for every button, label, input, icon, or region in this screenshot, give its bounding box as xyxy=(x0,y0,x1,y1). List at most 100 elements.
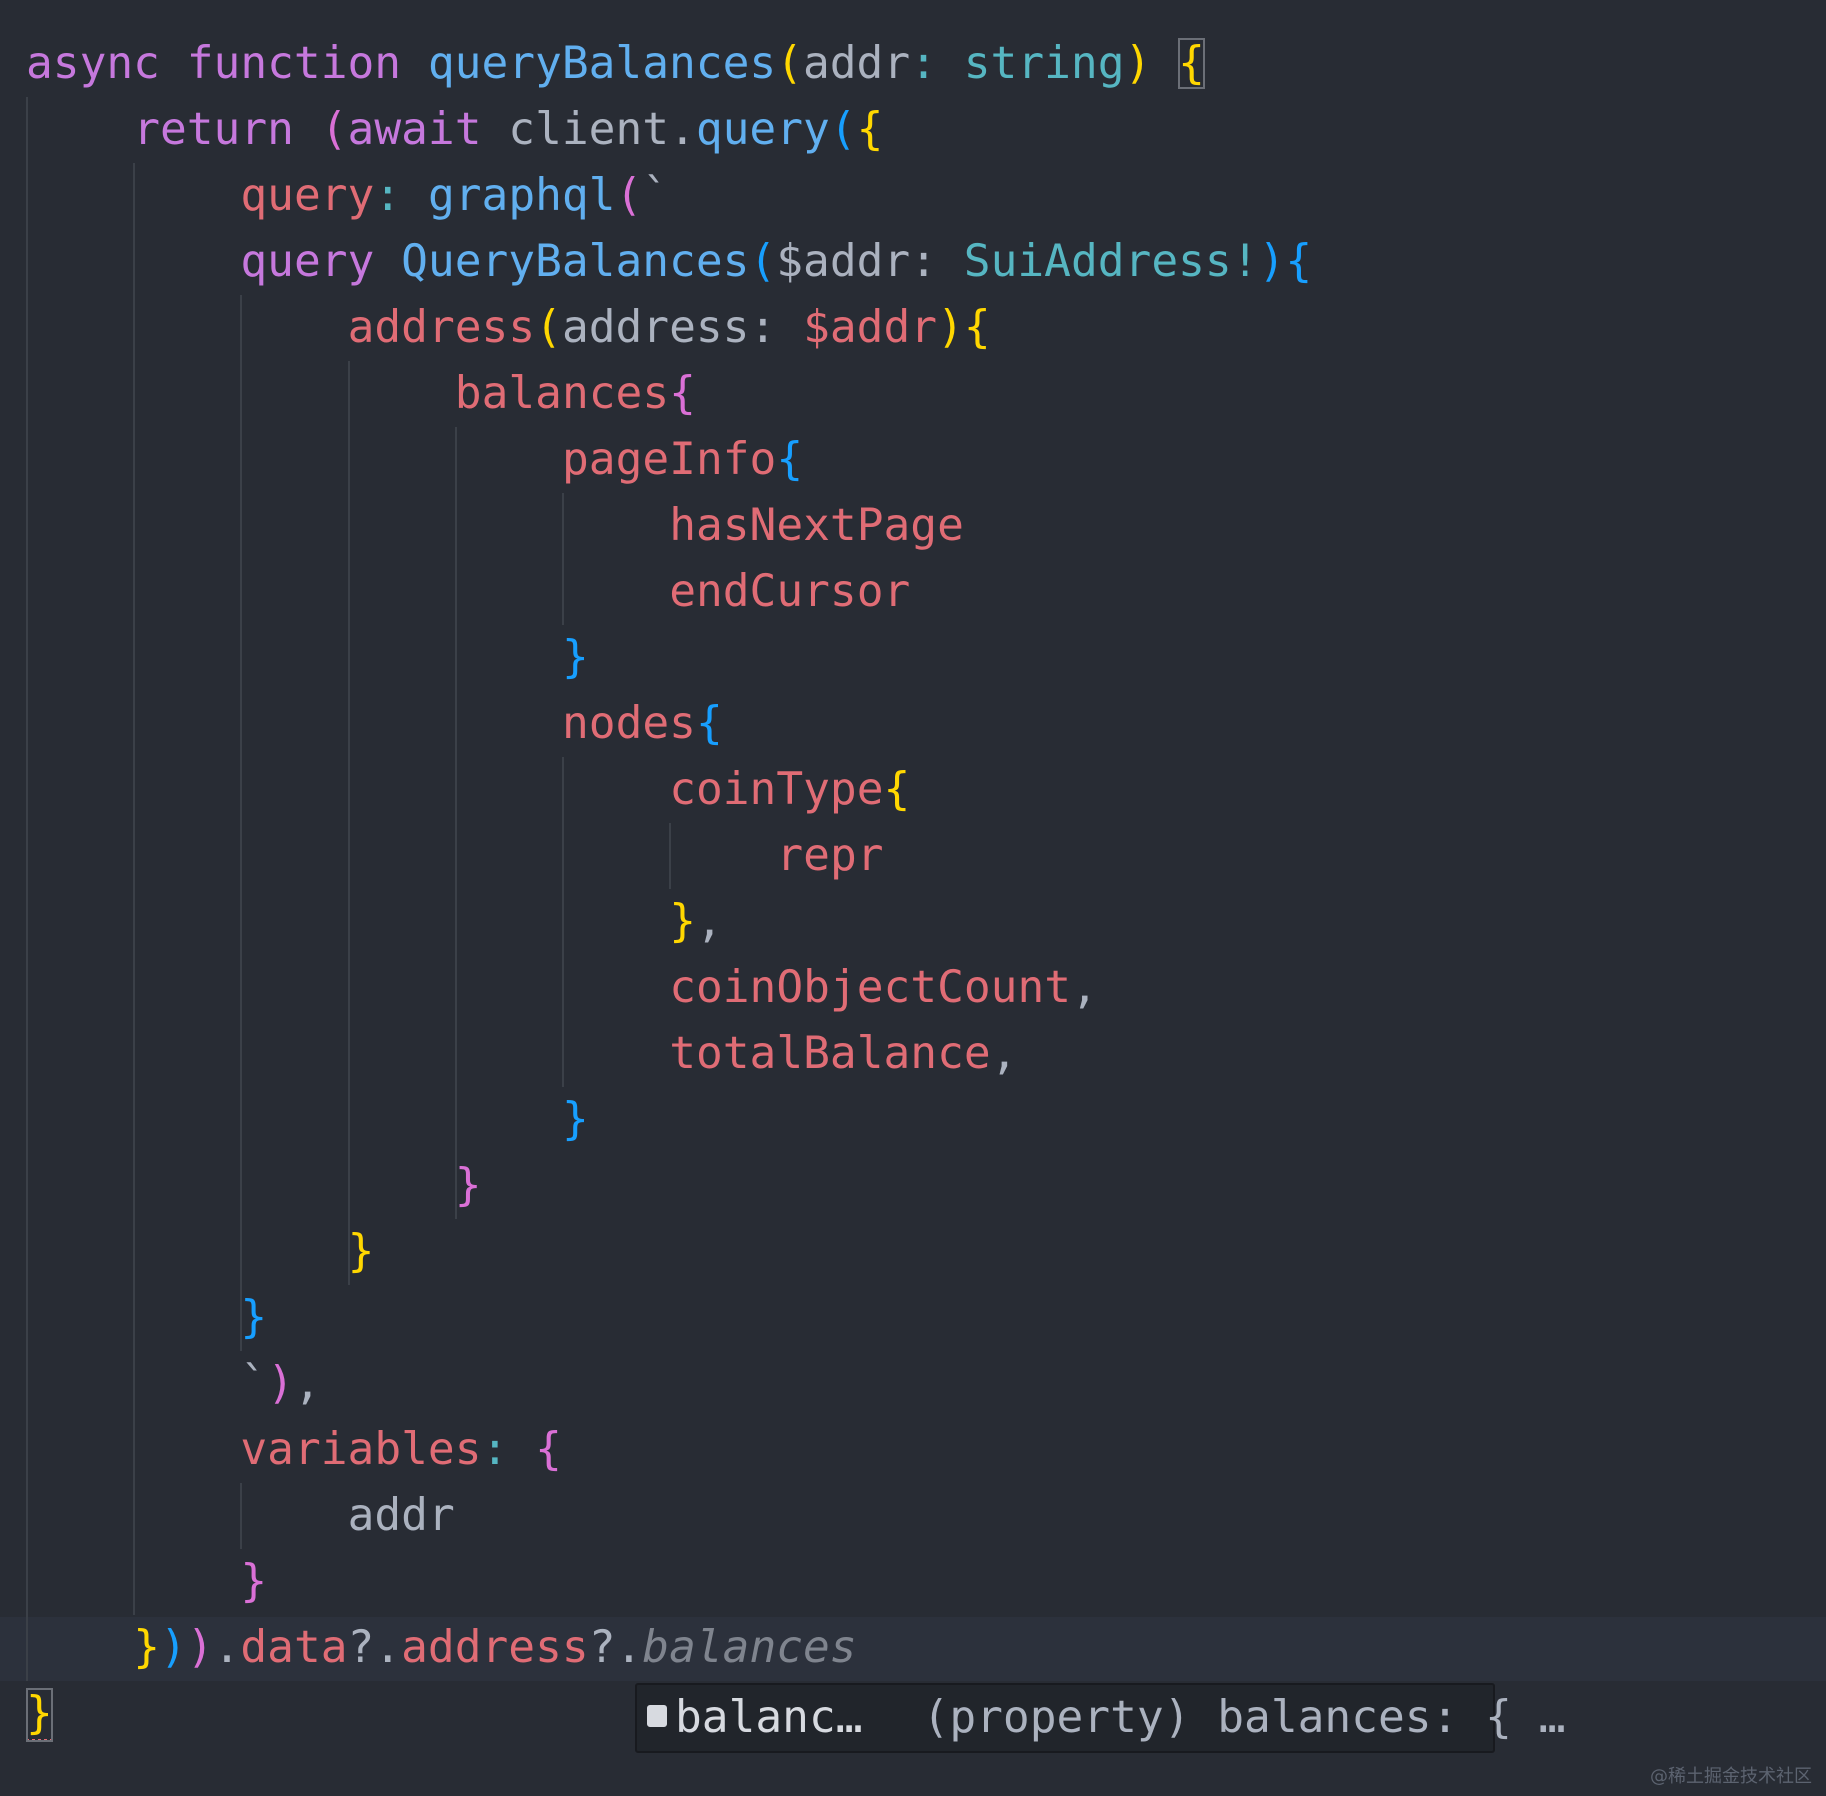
code-line[interactable]: nodes{ xyxy=(562,691,723,757)
code-token: , xyxy=(695,896,723,947)
code-line[interactable]: } xyxy=(240,1549,267,1615)
indent-guide xyxy=(669,823,672,889)
code-token: } xyxy=(347,1226,375,1277)
code-token: ( xyxy=(535,302,562,353)
code-token: ) xyxy=(186,1622,214,1673)
code-token: query xyxy=(240,170,375,221)
code-line[interactable]: addr xyxy=(348,1483,455,1549)
indent-guide xyxy=(562,493,564,625)
code-line[interactable]: } xyxy=(562,1087,589,1153)
property-icon xyxy=(647,1705,667,1727)
code-token: function xyxy=(186,38,428,89)
code-token: ) xyxy=(159,1622,187,1673)
indent-guide xyxy=(133,163,136,1615)
code-token: , xyxy=(293,1358,321,1409)
code-token: address xyxy=(561,302,750,353)
hover-symbol-name: balanc… xyxy=(675,1692,863,1743)
code-line[interactable]: query QueryBalances($addr: SuiAddress!){ xyxy=(240,229,1312,295)
code-token: : xyxy=(749,302,804,353)
code-token: coinType xyxy=(669,764,884,815)
code-token: data xyxy=(240,1622,348,1673)
code-token: addr xyxy=(802,38,911,89)
code-line[interactable]: } xyxy=(26,1681,53,1747)
code-line[interactable]: }, xyxy=(669,889,723,955)
code-token: : xyxy=(374,170,428,221)
code-token: . xyxy=(669,104,696,155)
code-token: ( xyxy=(615,170,643,221)
code-token: } xyxy=(669,896,696,947)
code-line[interactable]: repr xyxy=(776,823,883,889)
code-line[interactable]: balances{ xyxy=(455,361,696,427)
watermark: @稀土掘金技术社区 xyxy=(1650,1766,1812,1787)
code-token: ) xyxy=(937,302,964,353)
code-line[interactable]: address(address: $addr){ xyxy=(348,295,991,361)
code-token: ) xyxy=(267,1358,294,1409)
code-token: , xyxy=(990,1028,1018,1079)
code-token: } xyxy=(454,1160,482,1211)
code-token: query xyxy=(695,104,830,155)
code-line[interactable]: totalBalance, xyxy=(669,1021,1017,1087)
code-token: } xyxy=(562,1094,589,1145)
code-token: , xyxy=(1071,962,1098,1013)
code-token: string xyxy=(963,38,1125,89)
code-line[interactable]: pageInfo{ xyxy=(562,427,803,493)
code-token: : xyxy=(910,236,964,287)
code-editor[interactable]: async function queryBalances(addr: strin… xyxy=(0,0,1826,1796)
code-token: ` xyxy=(240,1358,268,1409)
indent-guide xyxy=(347,361,350,1285)
code-token: { xyxy=(776,434,804,485)
code-line[interactable]: coinObjectCount, xyxy=(669,955,1098,1021)
code-line[interactable]: } xyxy=(455,1153,482,1219)
code-token: return xyxy=(133,104,321,155)
code-line[interactable]: hasNextPage xyxy=(669,493,964,559)
code-line[interactable]: } xyxy=(240,1285,267,1351)
code-token: ( xyxy=(320,104,348,155)
code-token: { xyxy=(669,368,696,419)
hover-signature: (property) balances: { … xyxy=(922,1692,1566,1743)
code-token: ( xyxy=(776,38,803,89)
code-line[interactable]: variables: { xyxy=(240,1417,562,1483)
code-line[interactable]: })).data?.address?.balances xyxy=(133,1615,856,1681)
code-token: ) xyxy=(1258,236,1286,287)
code-token: { xyxy=(963,302,991,353)
code-token: address xyxy=(347,302,536,353)
code-token: graphql xyxy=(427,170,616,221)
code-token: { xyxy=(1285,236,1313,287)
code-token: SuiAddress! xyxy=(963,236,1259,287)
indent-guide xyxy=(454,427,457,1219)
code-token: } xyxy=(240,1292,268,1343)
code-token: : xyxy=(910,38,964,89)
code-line[interactable]: } xyxy=(348,1219,375,1285)
code-token: } xyxy=(240,1556,268,1607)
code-line[interactable]: endCursor xyxy=(669,559,910,625)
indent-guide xyxy=(240,1483,243,1549)
code-token: endCursor xyxy=(669,566,911,617)
code-token: await xyxy=(347,104,509,155)
code-line[interactable]: } xyxy=(562,625,589,691)
code-token: coinObjectCount xyxy=(669,962,1072,1013)
code-token: : xyxy=(481,1424,536,1475)
code-token: } xyxy=(562,632,589,683)
code-token: QueryBalances xyxy=(401,236,750,287)
code-token: . xyxy=(213,1622,241,1673)
code-line[interactable]: coinType{ xyxy=(669,757,910,823)
code-line[interactable]: async function queryBalances(addr: strin… xyxy=(26,31,1205,97)
code-token: $addr xyxy=(803,302,938,353)
hover-tooltip: balanc… (property) balances: { … xyxy=(635,1683,1566,1753)
code-token: { xyxy=(535,1424,562,1475)
indent-guide xyxy=(26,97,28,1681)
code-line[interactable]: query: graphql(` xyxy=(240,163,669,229)
code-token: balances xyxy=(642,1622,857,1673)
indent-guide xyxy=(562,757,564,1087)
code-token: balances xyxy=(454,368,670,419)
code-line[interactable]: `), xyxy=(240,1351,320,1417)
code-token: } xyxy=(133,1622,160,1673)
code-line[interactable]: return (await client.query({ xyxy=(133,97,883,163)
code-token: pageInfo xyxy=(562,434,777,485)
code-token: ( xyxy=(829,104,857,155)
code-token: ( xyxy=(749,236,777,287)
code-token: variables xyxy=(240,1424,482,1475)
code-token: ` xyxy=(642,170,670,221)
code-token: hasNextPage xyxy=(669,500,964,551)
code-token: totalBalance xyxy=(669,1028,991,1079)
